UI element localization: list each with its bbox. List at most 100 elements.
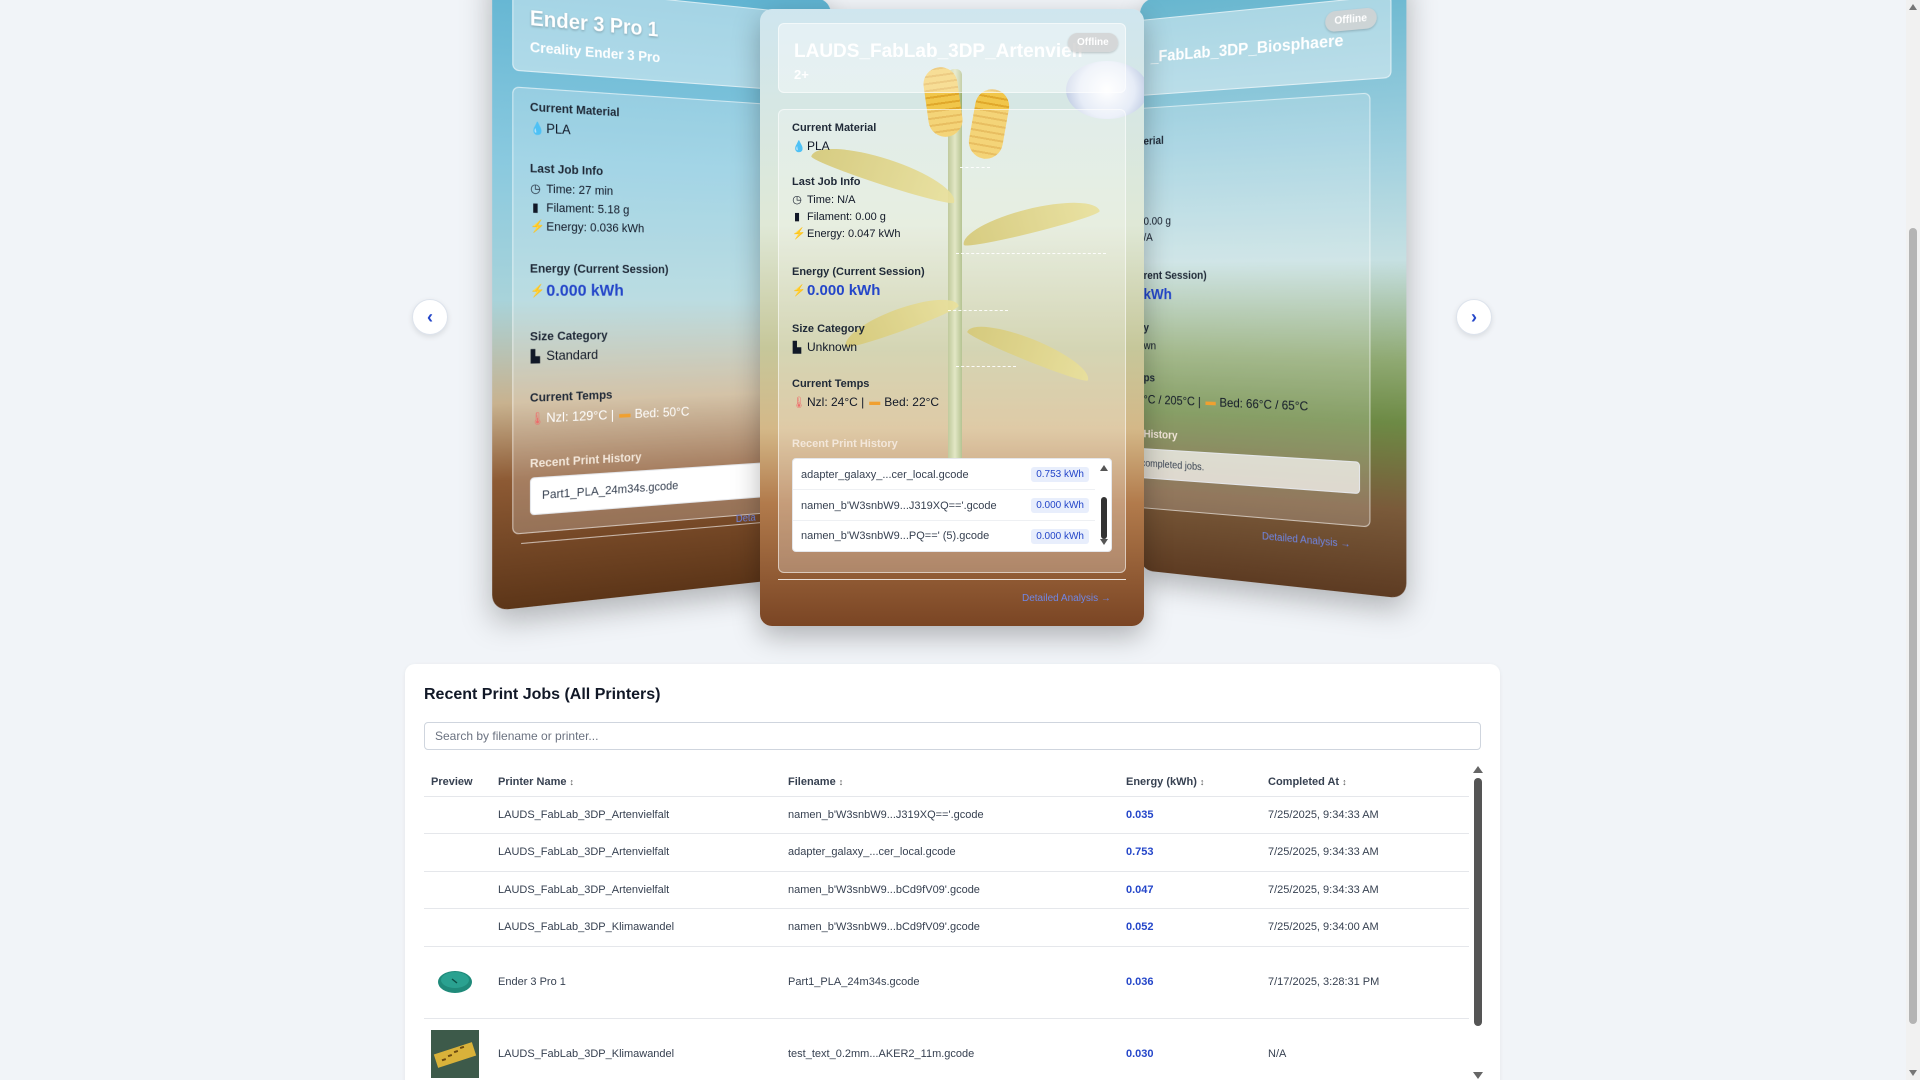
col-energy[interactable]: Energy (kWh) ↕ bbox=[1119, 768, 1261, 797]
preview-cell[interactable] bbox=[424, 946, 491, 1019]
completed-cell: N/A bbox=[1261, 1018, 1469, 1080]
table-row[interactable]: Ender 3 Pro 1 Part1_PLA_24m34s.gcode 0.0… bbox=[424, 946, 1469, 1019]
completed-cell: 7/25/2025, 9:34:33 AM bbox=[1261, 833, 1469, 872]
temps-label: ps bbox=[1143, 372, 1155, 385]
scroll-thumb[interactable] bbox=[1101, 497, 1107, 539]
scroll-up-icon[interactable] bbox=[1473, 766, 1483, 773]
session-value: ⚡ 0.000 kWh bbox=[529, 281, 624, 301]
history-item[interactable]: adapter_galaxy_...cer_local.gcode 0.753 … bbox=[793, 460, 1095, 490]
size-value: ▙ Standard bbox=[530, 346, 599, 364]
divider bbox=[960, 167, 990, 168]
carousel-prev-button[interactable]: ‹ bbox=[412, 299, 448, 335]
search-input[interactable] bbox=[424, 722, 1481, 750]
printer-cell: LAUDS_FabLab_3DP_Klimawandel bbox=[491, 908, 781, 947]
energy-cell: 0.753 bbox=[1119, 833, 1261, 872]
history-label: History bbox=[1143, 428, 1178, 443]
thermometer-icon: 🌡 bbox=[792, 396, 806, 409]
status-badge: Offline bbox=[1068, 33, 1118, 52]
divider bbox=[948, 310, 1008, 311]
temps-label: Current Temps bbox=[792, 378, 870, 390]
preview-cell[interactable] bbox=[424, 1018, 491, 1080]
last-job-energy: ⚡ Energy: 0.047 kWh bbox=[792, 227, 901, 241]
last-job-filament: 0.00 g bbox=[1143, 215, 1171, 228]
material-value: 💧 PLA bbox=[792, 139, 830, 153]
table-row[interactable]: LAUDS_FabLab_3DP_Klimawandel test_text_0… bbox=[424, 1018, 1469, 1080]
scroll-thumb[interactable] bbox=[1909, 228, 1917, 1024]
bolt-icon: ⚡ bbox=[792, 228, 806, 240]
recent-jobs-panel: Recent Print Jobs (All Printers) Preview… bbox=[405, 664, 1500, 1080]
history-scrollbar[interactable] bbox=[1099, 461, 1109, 549]
scroll-down-icon[interactable] bbox=[1909, 1070, 1917, 1076]
preview-cell bbox=[424, 908, 491, 947]
details-link[interactable]: Detailed Analysis → bbox=[1022, 593, 1111, 604]
bolt-icon: ⚡ bbox=[792, 285, 806, 297]
completed-cell: 7/17/2025, 3:28:31 PM bbox=[1261, 946, 1469, 1019]
col-filename[interactable]: Filename ↕ bbox=[781, 768, 1119, 797]
session-label: rent Session) bbox=[1143, 269, 1207, 282]
details-link[interactable]: Deta bbox=[736, 512, 756, 525]
history-item[interactable]: Part1_PLA_24m34s.gcode bbox=[542, 480, 678, 503]
table-row[interactable]: LAUDS_FabLab_3DP_Artenvielfalt namen_b'W… bbox=[424, 796, 1469, 834]
material-value: 💧 PLA bbox=[529, 120, 571, 138]
printer-card-biosphaere[interactable]: _FabLab_3DP_Biosphaere Offline erial 0.0… bbox=[1140, 0, 1407, 599]
panel-title: Recent Print Jobs (All Printers) bbox=[424, 686, 661, 703]
last-job-label: Last Job Info bbox=[529, 162, 604, 179]
model-preview-thumbnail[interactable] bbox=[431, 1030, 479, 1078]
table-scrollbar[interactable] bbox=[1470, 766, 1484, 1080]
carousel-next-button[interactable]: › bbox=[1456, 299, 1492, 335]
clock-icon: ◷ bbox=[530, 182, 541, 196]
col-completed-at[interactable]: Completed At ↕ bbox=[1261, 768, 1469, 797]
scroll-down-icon[interactable] bbox=[1100, 539, 1108, 545]
col-preview: Preview bbox=[424, 768, 491, 797]
printer-card-artenvielfalt[interactable]: LAUDS_FabLab_3DP_Artenvielfalt 2+ Offlin… bbox=[760, 9, 1144, 626]
printer-cell: Ender 3 Pro 1 bbox=[491, 946, 781, 1019]
filename-cell: namen_b'W3snbW9...bCd9fV09'.gcode bbox=[781, 908, 1119, 947]
model-preview-thumbnail[interactable] bbox=[431, 958, 479, 1006]
session-label: Energy (Current Session) bbox=[792, 266, 925, 278]
printer-carousel: Ender 3 Pro 1 Creality Ender 3 Pro Curre… bbox=[0, 0, 1900, 640]
energy-cell: 0.030 bbox=[1119, 1018, 1261, 1080]
spool-icon: ▮ bbox=[532, 201, 539, 215]
session-value: kWh bbox=[1143, 286, 1172, 304]
session-value: ⚡ 0.000 kWh bbox=[792, 282, 881, 299]
size-label: Size Category bbox=[792, 323, 865, 335]
divider bbox=[778, 579, 1126, 580]
jobs-table: Preview Printer Name ↕ Filename ↕ Energy (… bbox=[424, 768, 1469, 1080]
completed-cell: 7/25/2025, 9:34:33 AM bbox=[1261, 796, 1469, 834]
sort-icon[interactable]: ↕ bbox=[1342, 777, 1347, 787]
history-item[interactable]: namen_b'W3snbW9...J319XQ=='.gcode 0.000 … bbox=[793, 491, 1095, 521]
col-printer-name[interactable]: Printer Name ↕ bbox=[491, 768, 781, 797]
last-job-time: ◷ Time: 27 min bbox=[530, 182, 614, 198]
paw-icon: ▙ bbox=[530, 349, 541, 364]
completed-cell: 7/25/2025, 9:34:00 AM bbox=[1261, 908, 1469, 947]
material-label: erial bbox=[1143, 134, 1164, 148]
sort-icon[interactable]: ↕ bbox=[1200, 777, 1205, 787]
scroll-up-icon[interactable] bbox=[1100, 465, 1108, 471]
sort-icon[interactable]: ↕ bbox=[569, 777, 574, 787]
temps-value: 🌡 Nzl: 24°C | ▬ Bed: 22°C bbox=[792, 395, 940, 409]
table-row[interactable]: LAUDS_FabLab_3DP_Klimawandel namen_b'W3s… bbox=[424, 908, 1469, 947]
table-row[interactable]: LAUDS_FabLab_3DP_Artenvielfalt namen_b'W… bbox=[424, 871, 1469, 909]
history-list[interactable]: adapter_galaxy_...cer_local.gcode 0.753 … bbox=[792, 458, 1112, 552]
bed-icon: ▬ bbox=[869, 396, 881, 408]
scroll-thumb[interactable] bbox=[1474, 778, 1482, 1026]
printer-cell: LAUDS_FabLab_3DP_Artenvielfalt bbox=[491, 833, 781, 872]
last-job-filament: ▮ Filament: 5.18 g bbox=[530, 200, 629, 217]
scroll-up-icon[interactable] bbox=[1909, 4, 1917, 10]
last-job-energy: ⚡ Energy: 0.036 kWh bbox=[529, 219, 645, 236]
bed-icon: ▬ bbox=[619, 407, 631, 421]
scroll-down-icon[interactable] bbox=[1473, 1072, 1483, 1079]
energy-badge: 0.000 kWh bbox=[1031, 498, 1089, 513]
bolt-icon: ⚡ bbox=[529, 220, 545, 234]
table-row[interactable]: LAUDS_FabLab_3DP_Artenvielfalt adapter_g… bbox=[424, 833, 1469, 872]
history-item[interactable]: namen_b'W3snbW9...PQ==' (5).gcode 0.000 … bbox=[793, 521, 1095, 551]
filename-cell: Part1_PLA_24m34s.gcode bbox=[781, 946, 1119, 1019]
page-scrollbar[interactable] bbox=[1906, 0, 1920, 1080]
energy-cell: 0.052 bbox=[1119, 908, 1261, 947]
printer-cell: LAUDS_FabLab_3DP_Klimawandel bbox=[491, 1018, 781, 1080]
bed-icon: ▬ bbox=[1205, 395, 1216, 409]
printer-name: LAUDS_FabLab_3DP_Artenvielfalt bbox=[794, 41, 1084, 62]
energy-cell: 0.035 bbox=[1119, 796, 1261, 834]
last-job-filament: ▮ Filament: 0.00 g bbox=[793, 210, 886, 224]
sort-icon[interactable]: ↕ bbox=[839, 777, 844, 787]
